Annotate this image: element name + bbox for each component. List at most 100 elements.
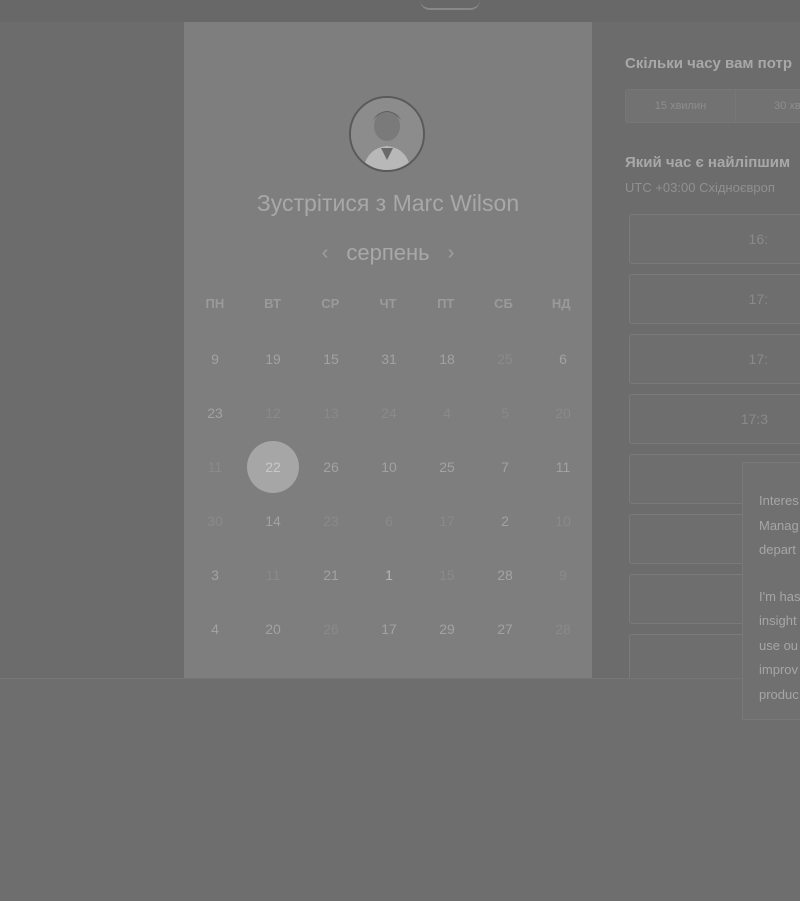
- calendar-day-label: 2: [501, 513, 509, 529]
- timezone-label[interactable]: UTC +03:00 Східноєвроп: [625, 180, 775, 195]
- calendar-day-label: 15: [439, 567, 455, 583]
- calendar-day: 11: [186, 440, 244, 494]
- calendar-day[interactable]: 26: [302, 440, 360, 494]
- calendar-day[interactable]: 20: [244, 602, 302, 656]
- time-question: Який час є найліпшим: [625, 154, 791, 171]
- popup-line: I'm has: [759, 588, 800, 604]
- calendar-day-label: 10: [381, 459, 397, 475]
- duration-option-30[interactable]: 30 хви: [736, 90, 800, 122]
- calendar-day[interactable]: 1: [360, 548, 418, 602]
- calendar-day-label: 25: [439, 459, 455, 475]
- calendar-day-label: 11: [555, 459, 571, 475]
- header-decoration: [420, 0, 480, 10]
- weekday-label: ВТ: [264, 296, 281, 311]
- calendar-day[interactable]: 21: [302, 548, 360, 602]
- calendar-day-label: 17: [381, 621, 397, 637]
- popup-line: produc: [759, 686, 799, 702]
- popup-line: improv: [759, 662, 799, 677]
- calendar-day-selected[interactable]: 22: [244, 440, 302, 494]
- calendar-day[interactable]: 2: [476, 494, 534, 548]
- calendar-day-label: 11: [265, 567, 281, 583]
- calendar-day: 28: [534, 602, 592, 656]
- time-slot[interactable]: 17:3: [629, 394, 800, 444]
- month-navigator: ‹ серпень ›: [184, 238, 592, 268]
- page-footer-area: [0, 678, 800, 901]
- duration-selector: 15 хвилин 30 хви: [625, 89, 800, 123]
- calendar-day[interactable]: 4: [186, 602, 244, 656]
- calendar-day[interactable]: 31: [360, 332, 418, 386]
- calendar-day[interactable]: 9: [186, 332, 244, 386]
- calendar-day: 20: [534, 386, 592, 440]
- calendar-day: 23: [302, 494, 360, 548]
- time-slot[interactable]: 17:: [629, 274, 800, 324]
- prev-month-icon[interactable]: ‹: [310, 242, 341, 265]
- calendar-day-label: 17: [439, 513, 455, 529]
- person-photo-icon: [351, 98, 423, 170]
- calendar-day[interactable]: 14: [244, 494, 302, 548]
- calendar-day: 17: [418, 494, 476, 548]
- calendar-day-label: 19: [265, 351, 281, 367]
- popup-line: insight: [759, 613, 797, 628]
- weekday-header: ПН ВТ СР ЧТ ПТ СБ НД: [184, 296, 592, 311]
- duration-option-15[interactable]: 15 хвилин: [626, 90, 736, 122]
- calendar-day-label: 4: [211, 621, 219, 637]
- calendar-day: 13: [302, 386, 360, 440]
- calendar-day-label: 28: [555, 621, 571, 637]
- calendar-day-label: 9: [211, 351, 219, 367]
- calendar-day-label: 15: [323, 351, 339, 367]
- calendar-day: 11: [244, 548, 302, 602]
- calendar-day-label: 20: [555, 405, 571, 421]
- calendar-day: 30: [186, 494, 244, 548]
- popup-line: Manag: [759, 517, 799, 533]
- calendar-day: 5: [476, 386, 534, 440]
- calendar-day-label: 4: [443, 405, 451, 421]
- calendar-day[interactable]: 18: [418, 332, 476, 386]
- calendar-day: 4: [418, 386, 476, 440]
- calendar-day-label: 1: [385, 567, 393, 583]
- calendar-day[interactable]: 10: [360, 440, 418, 494]
- popup-line: depart: [759, 542, 796, 557]
- calendar-day[interactable]: 28: [476, 548, 534, 602]
- calendar-day[interactable]: 19: [244, 332, 302, 386]
- calendar-day[interactable]: 27: [476, 602, 534, 656]
- calendar-day-label: 11: [207, 459, 223, 475]
- weekday-label: ПТ: [437, 296, 455, 311]
- calendar-day-label: 24: [381, 405, 397, 421]
- time-slot[interactable]: 17:: [629, 334, 800, 384]
- calendar-day[interactable]: 17: [360, 602, 418, 656]
- info-popup: Interes Manag depart I'm has insight use…: [742, 462, 800, 720]
- weekday-label: НД: [551, 296, 571, 311]
- duration-question: Скільки часу вам потр: [625, 55, 793, 72]
- calendar-day-label: 6: [385, 513, 393, 529]
- calendar-day-label: 7: [501, 459, 509, 475]
- calendar-day[interactable]: 23: [186, 386, 244, 440]
- calendar-day[interactable]: 6: [534, 332, 592, 386]
- calendar-day-label: 23: [207, 405, 223, 421]
- calendar-day-label: 6: [559, 351, 567, 367]
- calendar-day-label: 30: [207, 513, 223, 529]
- next-month-icon[interactable]: ›: [436, 242, 467, 265]
- calendar-day[interactable]: 11: [534, 440, 592, 494]
- calendar-day: 12: [244, 386, 302, 440]
- calendar-day-label: 13: [323, 405, 339, 421]
- avatar: [349, 96, 425, 172]
- calendar-day[interactable]: 25: [418, 440, 476, 494]
- calendar-day-label: 28: [497, 567, 513, 583]
- weekday-label: СБ: [494, 296, 513, 311]
- weekday-label: ПН: [205, 296, 225, 311]
- calendar-day: 25: [476, 332, 534, 386]
- calendar-day: 15: [418, 548, 476, 602]
- calendar-day[interactable]: 15: [302, 332, 360, 386]
- calendar-panel: Зустрітися з Marc Wilson ‹ серпень › ПН …: [184, 22, 592, 678]
- calendar-day-label: 9: [559, 567, 567, 583]
- calendar-day-label: 26: [323, 621, 339, 637]
- calendar-day[interactable]: 29: [418, 602, 476, 656]
- calendar-day-label: 23: [323, 513, 339, 529]
- popup-line: use ou: [759, 637, 799, 653]
- calendar-day-grid: 9 19 15 31 18 25 6 23 12 13 24 4 5 20 11 22 26 10 25 7 11 30 1…: [184, 332, 592, 656]
- time-slot[interactable]: 16:: [629, 214, 800, 264]
- calendar-day[interactable]: 7: [476, 440, 534, 494]
- calendar-day-label: 29: [439, 621, 455, 637]
- month-label: серпень: [346, 240, 430, 265]
- calendar-day[interactable]: 3: [186, 548, 244, 602]
